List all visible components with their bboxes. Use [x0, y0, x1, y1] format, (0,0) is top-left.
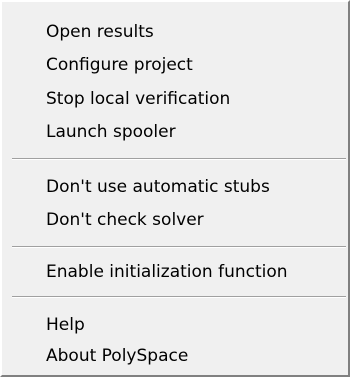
menu-item-help[interactable]: Help	[46, 311, 85, 339]
menu-separator	[12, 246, 346, 248]
menu-item-dont-use-automatic-stubs[interactable]: Don't use automatic stubs	[46, 173, 270, 201]
menu-item-open-results[interactable]: Open results	[46, 18, 154, 46]
menu-item-dont-check-solver[interactable]: Don't check solver	[46, 206, 204, 234]
menu-item-launch-spooler[interactable]: Launch spooler	[46, 118, 176, 146]
menu-item-stop-local-verification[interactable]: Stop local verification	[46, 85, 230, 113]
menu-separator	[12, 158, 346, 160]
menu-item-configure-project[interactable]: Configure project	[46, 51, 193, 79]
menu-item-enable-initialization-function[interactable]: Enable initialization function	[46, 258, 288, 286]
context-menu: Open results Configure project Stop loca…	[0, 0, 350, 377]
menu-item-about-polyspace[interactable]: About PolySpace	[46, 342, 188, 370]
menu-separator	[12, 296, 346, 298]
